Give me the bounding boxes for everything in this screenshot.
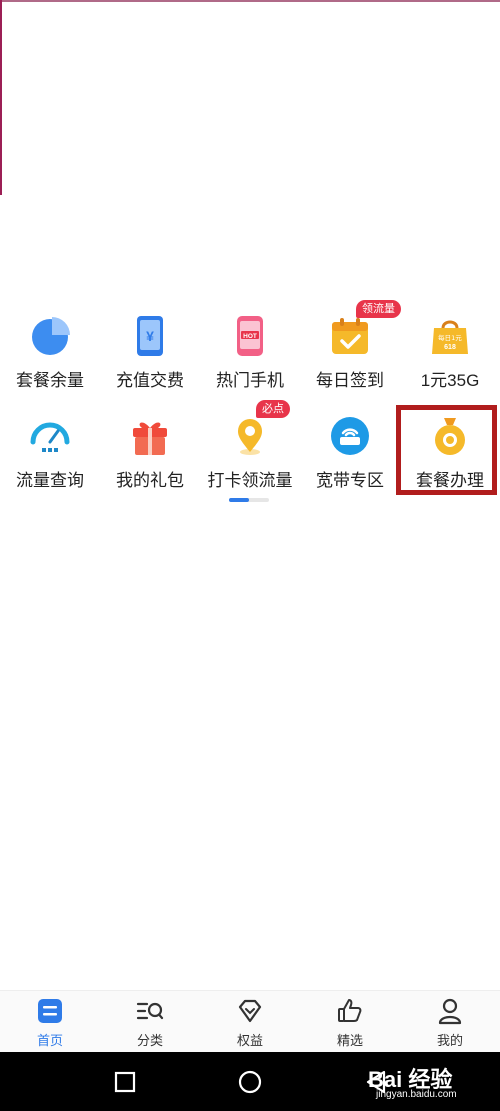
- tab-mine[interactable]: 我的: [400, 991, 500, 1053]
- service-item-label: 套餐余量: [16, 371, 84, 390]
- page-indicator: [229, 498, 269, 502]
- router-icon: [328, 414, 372, 458]
- bag-top-text: 每日1元: [438, 333, 462, 342]
- shopping-bag-icon: 每日1元 618: [428, 314, 472, 358]
- bottom-tab-bar: 首页 分类 权益 精选 我的: [0, 990, 500, 1052]
- recent-apps-button[interactable]: [111, 1068, 139, 1096]
- circle-icon: [238, 1070, 262, 1094]
- home-icon: [36, 997, 64, 1025]
- tab-label: 精选: [336, 1033, 363, 1048]
- category-search-icon: [136, 997, 164, 1025]
- tab-label: 首页: [36, 1033, 63, 1048]
- person-icon: [436, 997, 464, 1025]
- service-item-data-query[interactable]: 流量查询: [0, 400, 100, 500]
- service-item-label: 1元35G: [420, 371, 480, 390]
- checkin-data-badge: 必点: [256, 400, 290, 418]
- square-icon: [114, 1071, 136, 1093]
- gift-icon: [128, 414, 172, 458]
- yuan-symbol: ¥: [146, 328, 154, 344]
- service-item-label: 每日签到: [316, 371, 384, 390]
- service-item-label: 充值交费: [116, 371, 184, 390]
- hot-text: HOT: [243, 333, 257, 340]
- tab-category[interactable]: 分类: [100, 991, 200, 1053]
- speedometer-icon: [28, 414, 72, 458]
- tab-featured[interactable]: 精选: [300, 991, 400, 1053]
- service-item-package-balance[interactable]: 套餐余量: [0, 300, 100, 400]
- service-item-label: 我的礼包: [116, 471, 184, 490]
- service-item-label: 流量查询: [16, 471, 84, 490]
- diamond-icon: [236, 997, 264, 1025]
- tab-benefits[interactable]: 权益: [200, 991, 300, 1053]
- service-item-label: 宽带专区: [316, 471, 384, 490]
- baidu-watermark: Bai 经验 jingyan.baidu.com: [368, 1062, 498, 1108]
- pie-chart-icon: [28, 314, 72, 358]
- service-item-one-yuan-35g[interactable]: 每日1元 618 1元35G: [400, 300, 500, 400]
- service-item-checkin-data[interactable]: 必点 打卡领流量: [200, 400, 300, 500]
- phone-yuan-icon: ¥: [128, 314, 172, 358]
- bag-bottom-text: 618: [444, 344, 456, 351]
- page-indicator-active: [229, 498, 249, 502]
- location-pin-icon: [228, 414, 272, 458]
- home-button[interactable]: [236, 1068, 264, 1096]
- left-edge-line: [0, 0, 2, 195]
- service-item-hot-phones[interactable]: HOT 热门手机: [200, 300, 300, 400]
- service-item-my-gifts[interactable]: 我的礼包: [100, 400, 200, 500]
- service-item-broadband[interactable]: 宽带专区: [300, 400, 400, 500]
- service-item-label: 打卡领流量: [207, 471, 293, 490]
- tab-label: 权益: [236, 1033, 263, 1048]
- service-item-recharge[interactable]: ¥ 充值交费: [100, 300, 200, 400]
- calendar-check-icon: [328, 314, 372, 358]
- daily-checkin-badge: 领流量: [356, 300, 401, 318]
- service-item-label: 热门手机: [216, 371, 284, 390]
- hot-phone-icon: HOT: [228, 314, 272, 358]
- highlight-box: [396, 405, 497, 495]
- top-edge-line: [0, 0, 500, 2]
- service-row-1: 套餐余量 ¥ 充值交费 HOT 热门手机 领流量 每日签到 每日1元 618 1…: [0, 300, 500, 400]
- watermark-url: jingyan.baidu.com: [376, 1089, 457, 1100]
- service-item-daily-checkin[interactable]: 领流量 每日签到: [300, 300, 401, 400]
- tab-label: 分类: [136, 1033, 163, 1048]
- tab-label: 我的: [436, 1033, 463, 1048]
- tab-home[interactable]: 首页: [0, 991, 100, 1053]
- thumbs-up-icon: [336, 997, 364, 1025]
